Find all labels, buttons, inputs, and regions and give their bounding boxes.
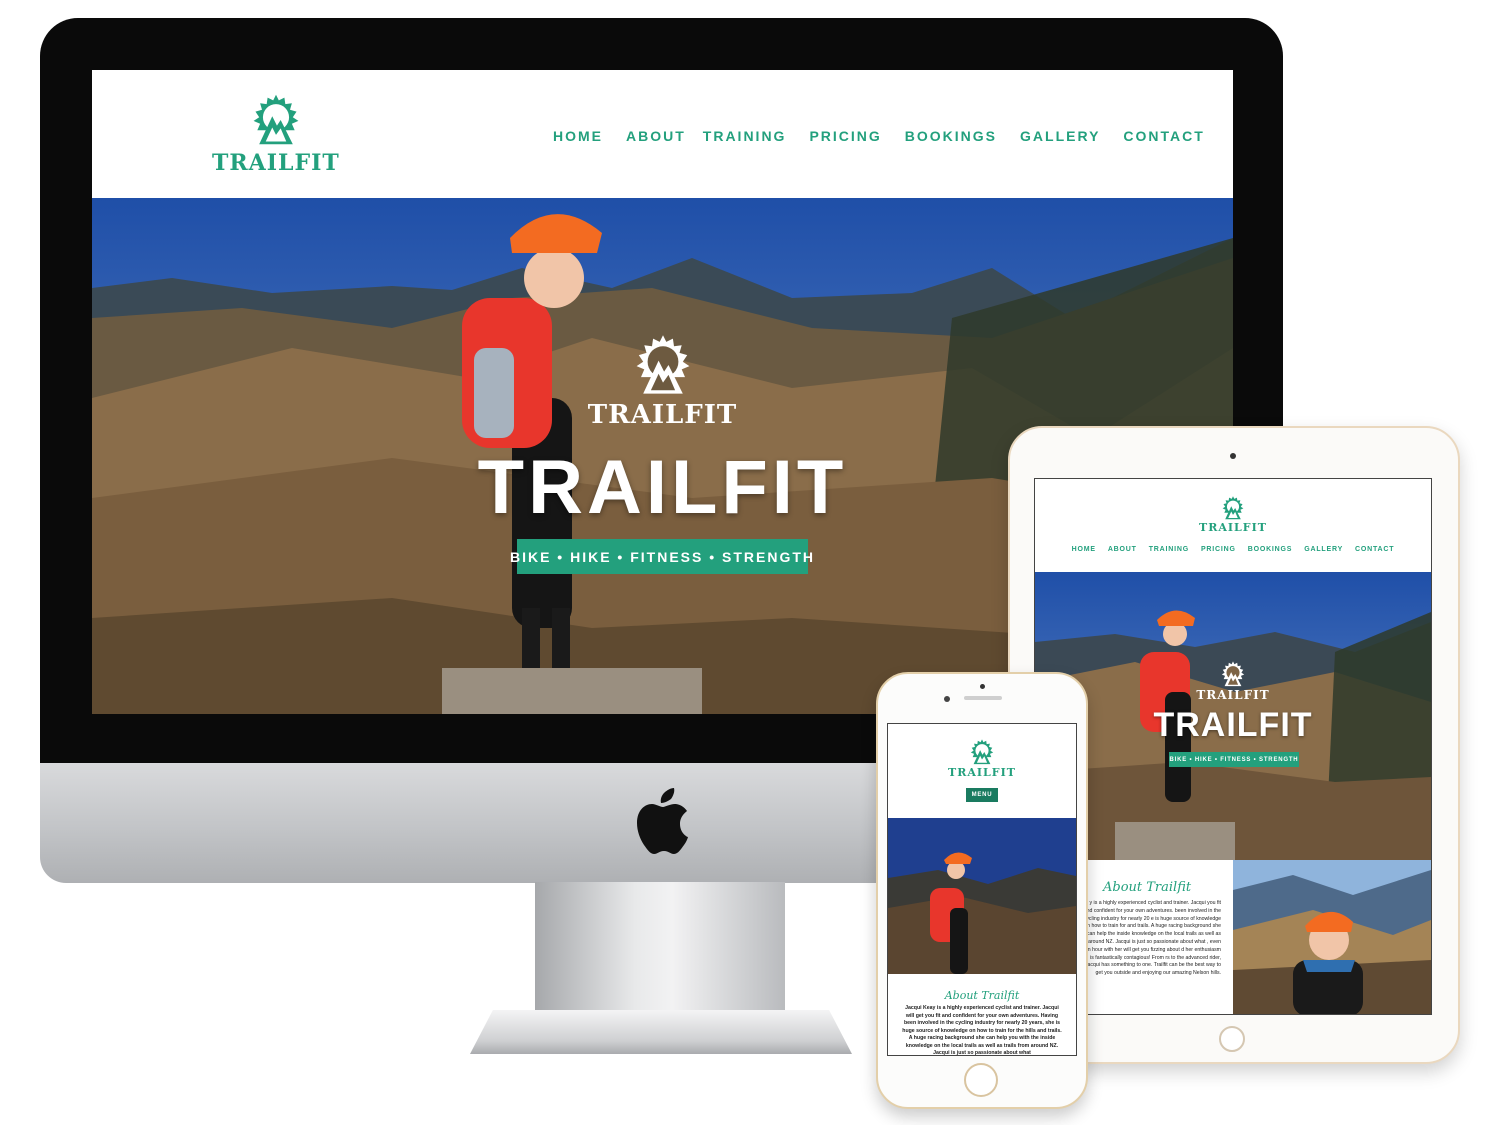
ipad-screen: TRAILFIT HOME ABOUT TRAINING PRICING BOO…: [1034, 478, 1432, 1015]
nav-training[interactable]: TRAINING: [1149, 546, 1189, 553]
nav-bookings[interactable]: BOOKINGS: [1248, 546, 1293, 553]
iphone-sensor: [944, 696, 950, 702]
apple-logo-icon: [634, 788, 690, 861]
about-text: Jacqui Keay is a highly experienced cycl…: [902, 1005, 1062, 1056]
site-logo[interactable]: TRAILFIT: [888, 738, 1076, 779]
nav-training[interactable]: TRAINING: [703, 128, 787, 144]
hero-logo-wordmark: TRAILFIT: [1196, 688, 1270, 702]
about-heading: About Trailfit: [944, 989, 1020, 1002]
nav-about[interactable]: ABOUT: [1108, 546, 1137, 553]
site-logo[interactable]: TRAILFIT: [1035, 495, 1431, 534]
nav-home[interactable]: HOME: [553, 128, 603, 144]
hero-image: TRAILFIT TRAILFIT BIKE • HIKE • FITNESS …: [1035, 572, 1431, 860]
nav-gallery[interactable]: GALLERY: [1304, 546, 1343, 553]
nav-about[interactable]: ABOUT: [626, 128, 686, 144]
logo-wordmark: TRAILFIT: [212, 150, 340, 176]
about-text: y is a highly experienced cyclist and tr…: [1083, 900, 1221, 977]
site-header: TRAILFIT HOME ABOUT TRAINING PRICING BOO…: [92, 70, 1233, 198]
imac-stand-neck: [535, 882, 785, 1017]
about-photo: [1233, 860, 1431, 1014]
hero-tagline[interactable]: BIKE • HIKE • FITNESS • STRENGTH: [510, 539, 813, 574]
main-nav: HOME ABOUT TRAINING PRICING BOOKINGS GAL…: [1035, 546, 1431, 553]
iphone-home-button[interactable]: [964, 1063, 998, 1097]
hero-tagline[interactable]: BIKE • HIKE • FITNESS • STRENGTH: [1169, 752, 1299, 767]
hero-logo-wordmark: TRAILFIT: [587, 400, 738, 430]
gear-mountain-icon: [1220, 495, 1246, 521]
iphone-camera: [980, 684, 985, 689]
nav-home[interactable]: HOME: [1072, 546, 1096, 553]
logo-wordmark: TRAILFIT: [1199, 521, 1267, 534]
nav-pricing[interactable]: PRICING: [1201, 546, 1236, 553]
iphone-speaker: [964, 696, 1002, 700]
hero-logo: TRAILFIT: [1035, 660, 1431, 702]
ipad-home-button[interactable]: [1219, 1026, 1245, 1052]
nav-bookings[interactable]: BOOKINGS: [905, 128, 997, 144]
menu-button[interactable]: MENU: [966, 788, 998, 802]
gear-mountain-icon: [630, 332, 696, 398]
hero-logo: TRAILFIT: [92, 332, 1233, 430]
logo-wordmark: TRAILFIT: [948, 766, 1016, 779]
gear-mountain-icon: [968, 738, 996, 766]
gear-mountain-icon: [1219, 660, 1247, 688]
about-heading: About Trailfit: [1103, 880, 1192, 895]
nav-pricing[interactable]: PRICING: [809, 128, 881, 144]
hero-image: [888, 818, 1076, 974]
hero-title: TRAILFIT: [1153, 706, 1313, 744]
imac-stand-foot: [470, 1010, 852, 1054]
nav-contact[interactable]: CONTACT: [1123, 128, 1204, 144]
main-nav: HOME ABOUT TRAINING PRICING BOOKINGS GAL…: [553, 128, 1205, 144]
gear-mountain-icon: [248, 92, 304, 148]
site-logo[interactable]: TRAILFIT: [212, 92, 340, 176]
nav-contact[interactable]: CONTACT: [1355, 546, 1394, 553]
iphone-screen: TRAILFIT MENU About Trailfit Jacqui Keay…: [887, 723, 1077, 1056]
nav-gallery[interactable]: GALLERY: [1020, 128, 1100, 144]
ipad-camera: [1230, 453, 1236, 459]
